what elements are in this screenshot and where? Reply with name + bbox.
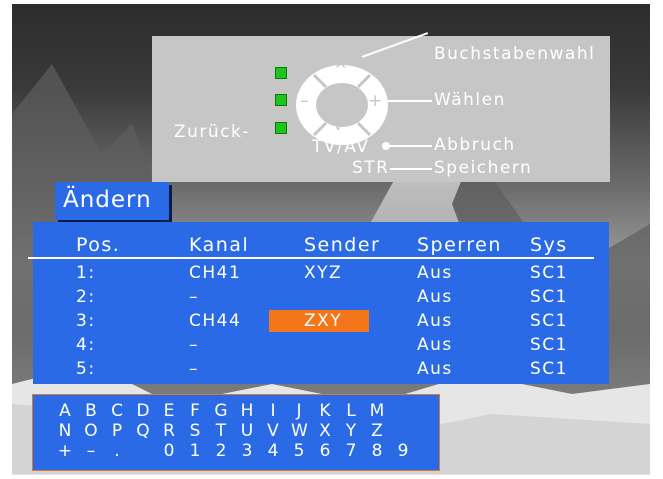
char-key[interactable]: X [317, 421, 333, 441]
cell-kanal: – [189, 287, 199, 307]
char-key[interactable]: + [57, 441, 73, 461]
cell-sys: SC1 [530, 335, 568, 355]
abbruch-leader [388, 145, 432, 147]
char-key[interactable]: H [239, 401, 255, 421]
cell-pos: 4: [76, 335, 96, 355]
char-key[interactable]: Z [369, 421, 385, 441]
str-label: STR [352, 158, 390, 178]
tvav-label: TV/AV [312, 137, 370, 157]
menu-title-tab: Ändern [55, 182, 169, 220]
cell-pos: 3: [76, 311, 96, 331]
char-key[interactable]: 0 [161, 441, 177, 461]
char-key[interactable]: R [161, 421, 177, 441]
green-indicator-2 [275, 94, 287, 106]
cell-sperren[interactable]: Aus [417, 357, 453, 381]
col-header-sperren: Sperren [417, 234, 502, 256]
waehlen-leader [384, 100, 432, 102]
char-key[interactable]: P [109, 421, 125, 441]
table-row[interactable]: 2: – Aus SC1 [33, 285, 609, 309]
col-header-sys: Sys [530, 234, 568, 256]
char-key[interactable]: W [291, 421, 308, 441]
up-arrow-icon: ^ [334, 60, 349, 79]
char-key[interactable]: N [57, 421, 73, 441]
char-key[interactable]: V [265, 421, 281, 441]
char-key[interactable]: Y [343, 421, 359, 441]
char-key[interactable]: E [161, 401, 177, 421]
char-key[interactable]: – [83, 441, 99, 461]
char-key[interactable]: 2 [213, 441, 229, 461]
char-key[interactable]: 5 [291, 441, 307, 461]
cell-pos: 5: [76, 359, 96, 379]
cell-pos: 2: [76, 287, 96, 307]
cell-sys: SC1 [530, 359, 568, 379]
waehlen-label: Wählen [434, 90, 506, 110]
down-arrow-icon: v [334, 118, 344, 134]
char-key[interactable]: 1 [187, 441, 203, 461]
cell-sperren[interactable]: Aus [417, 309, 453, 333]
col-header-kanal: Kanal [189, 234, 250, 256]
cell-sys: SC1 [530, 287, 568, 307]
char-key[interactable]: A [57, 401, 73, 421]
char-key[interactable]: O [83, 421, 99, 441]
cell-pos: 1: [76, 263, 96, 283]
char-key[interactable]: 8 [369, 441, 385, 461]
cell-kanal: – [189, 359, 199, 379]
char-key[interactable]: D [135, 401, 151, 421]
cell-sperren[interactable]: Aus [417, 333, 453, 357]
char-key[interactable]: M [369, 401, 385, 421]
table-row-selected[interactable]: 3: CH44 ZXY Aus SC1 [33, 309, 609, 333]
char-key[interactable]: 3 [239, 441, 255, 461]
buchstabenwahl-label: Buchstabenwahl [434, 44, 596, 64]
table-header-row: Pos. Kanal Sender Sperren Sys [33, 233, 609, 257]
table-row[interactable]: 4: – Aus SC1 [33, 333, 609, 357]
cell-sperren[interactable]: Aus [417, 261, 453, 285]
char-key[interactable]: K [317, 401, 333, 421]
char-key[interactable]: I [265, 401, 281, 421]
char-key[interactable]: Q [135, 421, 151, 441]
cell-kanal: CH41 [189, 263, 242, 283]
speichern-leader [390, 168, 432, 170]
header-divider [28, 257, 594, 259]
cell-kanal: – [189, 335, 199, 355]
speichern-label: Speichern [434, 158, 533, 178]
cell-kanal: CH44 [189, 311, 242, 331]
char-key[interactable]: C [109, 401, 125, 421]
char-key[interactable]: 4 [265, 441, 281, 461]
char-key[interactable]: G [213, 401, 229, 421]
character-picker: A B C D E F G H I J K L M N O P Q R S T … [32, 394, 440, 471]
col-header-sender: Sender [304, 234, 381, 256]
char-key[interactable]: 6 [317, 441, 333, 461]
cell-sender-selected[interactable]: ZXY [304, 309, 342, 333]
table-row[interactable]: 1: CH41 XYZ Aus SC1 [33, 261, 609, 285]
char-key[interactable]: F [187, 401, 203, 421]
char-key[interactable]: L [343, 401, 359, 421]
char-key[interactable]: 9 [395, 441, 411, 461]
abbruch-label: Abbruch [434, 135, 516, 155]
cell-sys: SC1 [530, 263, 568, 283]
plus-icon: + [368, 91, 384, 111]
remote-help-panel: ^ v – + Buchstabenwahl Wählen Zurück- TV… [152, 32, 610, 182]
char-key[interactable]: T [213, 421, 229, 441]
minus-icon: – [300, 91, 310, 111]
cell-sender[interactable]: XYZ [304, 261, 342, 285]
char-key[interactable]: 7 [343, 441, 359, 461]
cell-sperren[interactable]: Aus [417, 285, 453, 309]
page-title: Ändern [63, 187, 152, 213]
buchstabenwahl-leader [361, 32, 429, 58]
char-key[interactable]: J [291, 401, 307, 421]
char-key[interactable]: U [239, 421, 255, 441]
char-key[interactable]: . [109, 441, 125, 461]
green-indicator-3 [275, 122, 287, 134]
zurueck-label: Zurück- [174, 122, 251, 142]
char-key[interactable]: B [83, 401, 99, 421]
cell-sys: SC1 [530, 311, 568, 331]
green-indicator-1 [275, 67, 287, 79]
col-header-pos: Pos. [76, 234, 121, 256]
table-row[interactable]: 5: – Aus SC1 [33, 357, 609, 381]
char-key[interactable]: S [187, 421, 203, 441]
